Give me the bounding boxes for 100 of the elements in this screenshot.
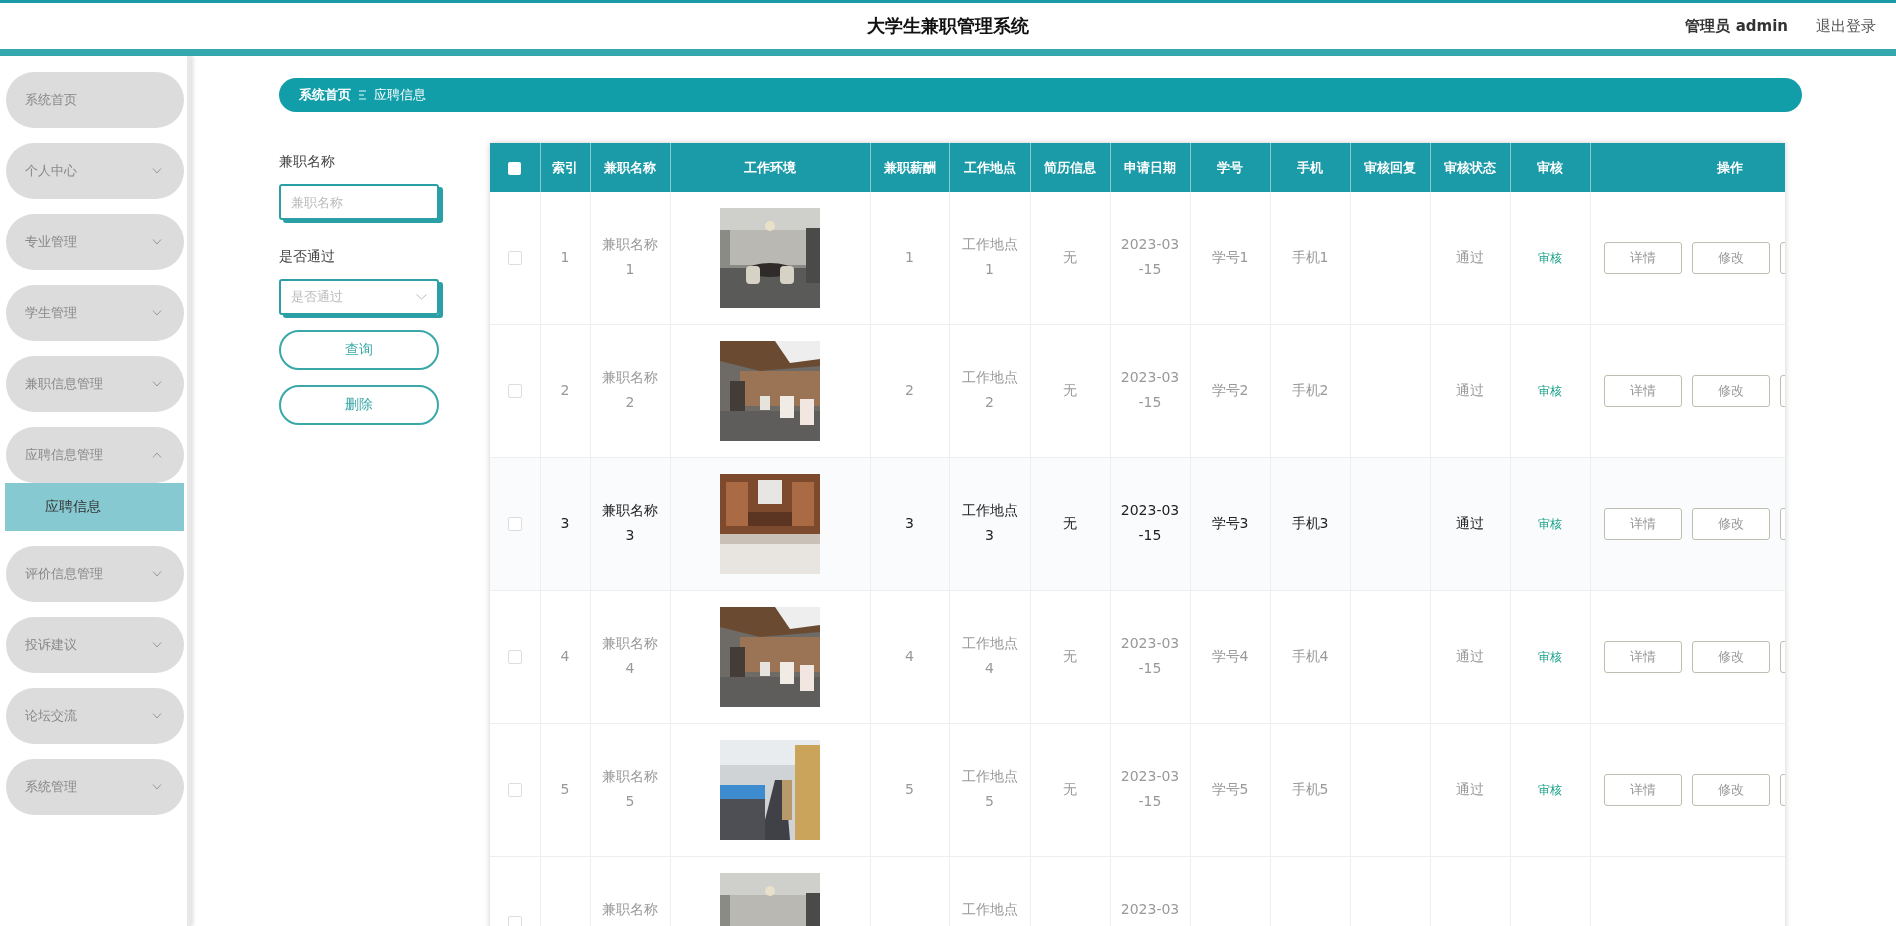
column-header: 手机 [1297, 159, 1323, 175]
edit-button[interactable]: 修改 [1691, 241, 1770, 274]
column-header: 兼职名称 [604, 159, 656, 175]
table-cell: 通过 [1456, 515, 1484, 532]
sidebar-item[interactable]: 应聘信息管理 [6, 427, 184, 483]
search-button[interactable]: 查询 [279, 330, 439, 370]
chevron-down-icon [152, 239, 162, 245]
column-header: 简历信息 [1044, 159, 1096, 175]
table-cell: 通过 [1456, 249, 1484, 266]
table-cell: 通过 [1456, 648, 1484, 665]
table-cell: 4 [560, 648, 570, 665]
table-cell: 2023-03 -15 [1120, 369, 1180, 411]
table-cell: 通过 [1456, 781, 1484, 798]
sidebar-item[interactable]: 兼职信息管理 [6, 356, 184, 412]
field-label: 兼职名称 [279, 153, 335, 171]
sidebar-item[interactable]: 专业管理 [6, 214, 184, 270]
sidebar-item[interactable]: 系统管理 [6, 759, 184, 815]
table-cell: 工作地点 5 [961, 768, 1018, 810]
chevron-down-icon [152, 713, 162, 719]
row-checkbox[interactable] [507, 650, 522, 665]
details-button[interactable]: 详情 [1603, 773, 1682, 806]
details-button[interactable]: 详情 [1603, 507, 1682, 540]
row-checkbox[interactable] [507, 251, 522, 266]
column-header: 工作环境 [744, 159, 796, 175]
table-cell: 2023-03 -15 [1120, 635, 1180, 677]
table-cell: 兼职名称 4 [602, 635, 658, 677]
table-cell: 手机3 [1291, 515, 1329, 532]
chevron-down-icon [152, 642, 162, 648]
table-cell: 学号1 [1211, 249, 1249, 266]
column-header: 学号 [1217, 159, 1243, 175]
sidebar-item[interactable]: 系统首页 [6, 72, 184, 128]
column-header: 工作地点 [963, 159, 1016, 175]
edit-button[interactable]: 修改 [1691, 507, 1770, 540]
table-cell: 工作地点 [961, 901, 1018, 917]
delete-button[interactable]: 删除 [279, 385, 439, 425]
table-cell: 工作地点 1 [961, 236, 1018, 278]
column-header: 兼职薪酬 [883, 159, 936, 175]
table-cell: 兼职名称 1 [602, 236, 658, 278]
table-cell: 手机4 [1291, 648, 1329, 665]
review-link[interactable]: 审核 [1538, 517, 1562, 532]
field-label: 是否通过 [279, 248, 335, 266]
chevron-down-icon [152, 571, 162, 577]
table-cell: 兼职名称 [602, 901, 658, 917]
table-cell: 通过 [1456, 382, 1484, 399]
table-cell: 2 [560, 382, 570, 399]
edit-button[interactable]: 修改 [1691, 640, 1770, 673]
app-title: 大学生兼职管理系统 [867, 14, 1029, 38]
edit-button[interactable]: 修改 [1691, 374, 1770, 407]
row-checkbox[interactable] [507, 783, 522, 798]
table-cell: 2023-03 [1120, 901, 1180, 917]
logout-link[interactable]: 退出登录 [1816, 16, 1876, 36]
table-cell: 5 [905, 781, 914, 798]
table-cell: 兼职名称 5 [602, 768, 658, 810]
details-button[interactable]: 详情 [1603, 374, 1682, 407]
table-cell: 兼职名称 3 [602, 502, 658, 544]
breadcrumb-item: 应聘信息 [374, 86, 426, 104]
table-cell: 无 [1063, 515, 1077, 532]
column-header: 审核 [1537, 159, 1563, 175]
edit-button[interactable]: 修改 [1691, 773, 1770, 806]
row-checkbox[interactable] [507, 916, 522, 926]
select-all-checkbox[interactable] [508, 162, 522, 175]
column-header: 操作 [1717, 159, 1743, 175]
sidebar-item[interactable]: 学生管理 [6, 285, 184, 341]
user-label: 管理员 admin [1685, 16, 1788, 36]
table-cell: 1 [905, 249, 914, 266]
table-cell: 手机1 [1291, 249, 1329, 266]
sidebar-item[interactable]: 评价信息管理 [6, 546, 184, 602]
table-cell: 无 [1063, 249, 1077, 266]
table-cell: 无 [1063, 648, 1077, 665]
sidebar-item[interactable]: 论坛交流 [6, 688, 184, 744]
table-cell: 3 [560, 515, 570, 532]
review-link[interactable]: 审核 [1538, 251, 1562, 266]
table-cell: 2023-03 -15 [1120, 236, 1180, 278]
table-cell: 无 [1063, 781, 1077, 798]
table-cell: 2 [905, 382, 914, 399]
table-cell: 2023-03 -15 [1120, 768, 1180, 810]
sidebar-item[interactable]: 个人中心 [6, 143, 184, 199]
submenu-item[interactable]: 应聘信息 [5, 483, 184, 531]
chevron-down-icon [152, 381, 162, 387]
chevron-up-icon [152, 452, 162, 458]
table-cell: 工作地点 4 [961, 635, 1018, 677]
sidebar-item[interactable]: 投诉建议 [6, 617, 184, 673]
table-cell: 4 [905, 648, 914, 665]
breadcrumb-item[interactable]: 系统首页 [299, 86, 351, 104]
column-header: 审核回复 [1364, 159, 1416, 175]
details-button[interactable]: 详情 [1603, 241, 1682, 274]
details-button[interactable]: 详情 [1603, 640, 1682, 673]
table-cell: 1 [560, 249, 570, 266]
chevron-down-icon [152, 310, 162, 316]
table-cell: 无 [1063, 382, 1077, 399]
chevron-down-icon [416, 294, 427, 300]
table-cell: 学号5 [1211, 781, 1249, 798]
review-link[interactable]: 审核 [1538, 384, 1562, 399]
row-checkbox[interactable] [507, 384, 522, 399]
review-link[interactable]: 审核 [1538, 783, 1562, 798]
table-cell: 5 [560, 781, 570, 798]
name-input-field[interactable]: 兼职名称 [279, 184, 439, 220]
review-link[interactable]: 审核 [1538, 650, 1562, 665]
column-header: 申请日期 [1124, 159, 1176, 175]
row-checkbox[interactable] [507, 517, 522, 532]
